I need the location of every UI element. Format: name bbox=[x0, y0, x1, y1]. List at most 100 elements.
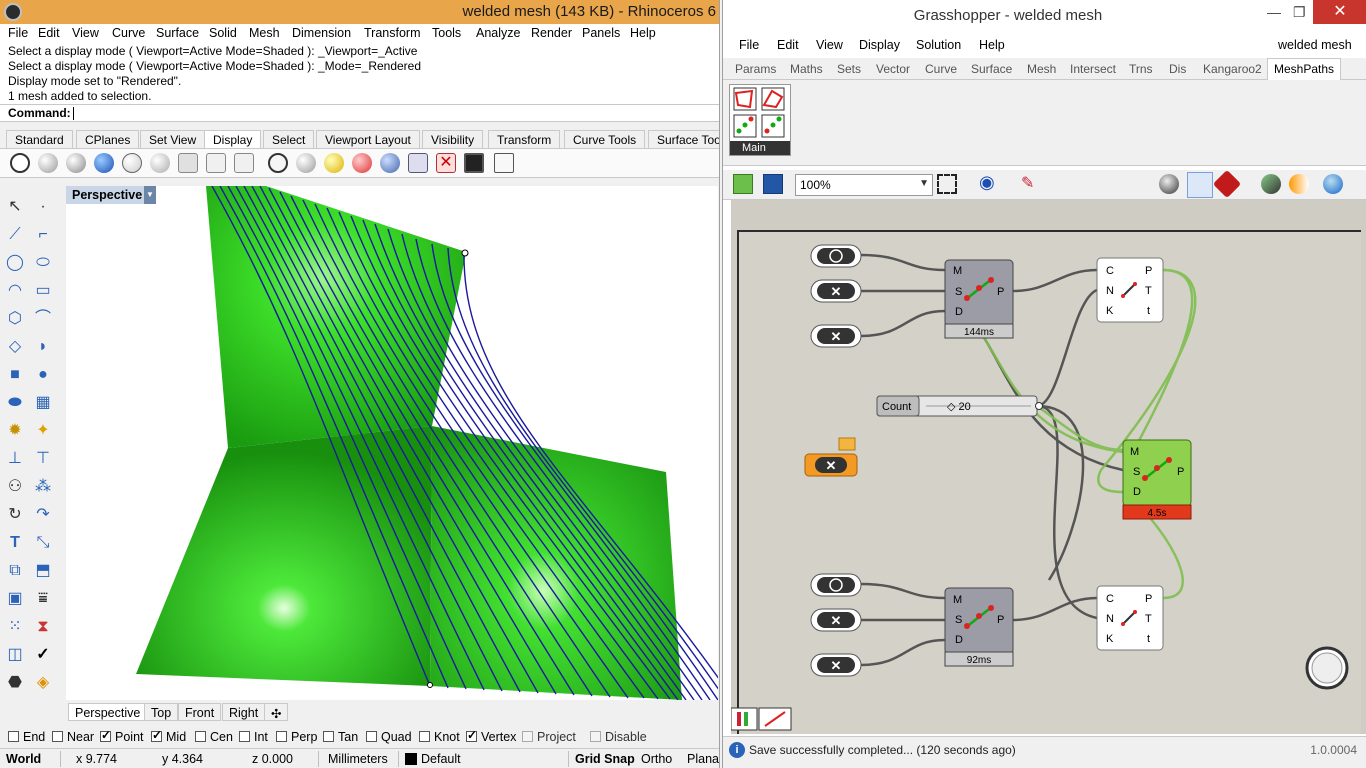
split-icon[interactable]: ⊤ bbox=[32, 448, 54, 470]
surface-param-top[interactable]: ✕ bbox=[810, 279, 862, 303]
lights-icon[interactable]: ✹ bbox=[4, 420, 26, 442]
checkbox[interactable] bbox=[276, 731, 287, 742]
zoom-select[interactable]: 100% ▼ bbox=[795, 174, 933, 196]
vertex-grip[interactable] bbox=[461, 249, 469, 257]
open-file-icon[interactable] bbox=[733, 174, 753, 194]
orient-icon[interactable]: ↷ bbox=[32, 504, 54, 526]
preview-selected-icon[interactable] bbox=[1212, 169, 1242, 199]
osnap-disable[interactable]: Disable bbox=[590, 730, 647, 744]
named-view-icon[interactable] bbox=[408, 153, 428, 173]
ribbon-group-label[interactable]: Main bbox=[730, 141, 790, 155]
checkbox[interactable] bbox=[323, 731, 334, 742]
paint-icon[interactable]: ◈ bbox=[32, 672, 54, 694]
layer-status[interactable]: Default bbox=[421, 752, 461, 766]
menu-render[interactable]: Render bbox=[531, 26, 572, 40]
menu-edit[interactable]: Edit bbox=[38, 26, 60, 40]
meshpaths-tools-icons[interactable] bbox=[730, 85, 790, 143]
gh-tab-dis[interactable]: Dis bbox=[1169, 62, 1186, 76]
rectangle-icon[interactable]: ▭ bbox=[32, 280, 54, 302]
gh-menu-edit[interactable]: Edit bbox=[777, 38, 799, 52]
point-icon[interactable]: · bbox=[32, 196, 54, 218]
close-icon[interactable]: ✕ bbox=[1313, 0, 1366, 24]
osnap-perp[interactable]: Perp bbox=[276, 730, 317, 744]
boolean-icon[interactable]: ● bbox=[32, 364, 54, 386]
tab-standard[interactable]: Standard bbox=[6, 130, 73, 148]
zoom-extents-icon[interactable] bbox=[937, 174, 957, 194]
tab-display[interactable]: Display bbox=[204, 130, 262, 148]
units-status[interactable]: Millimeters bbox=[328, 752, 388, 766]
slider-value[interactable]: ◇ 20 bbox=[947, 401, 971, 413]
light-icon[interactable] bbox=[324, 153, 344, 173]
group-icon[interactable]: ⚇ bbox=[4, 476, 26, 498]
tab-set-view[interactable]: Set View bbox=[140, 130, 206, 148]
checkbox[interactable] bbox=[52, 731, 63, 742]
wireframe-icon[interactable] bbox=[10, 153, 30, 173]
checkbox[interactable] bbox=[419, 731, 430, 742]
gh-tab-maths[interactable]: Maths bbox=[790, 62, 823, 76]
slider-output-grip[interactable] bbox=[1035, 402, 1043, 410]
direction-param-bottom[interactable]: ✕ bbox=[810, 653, 862, 677]
gh-tab-kangaroo2[interactable]: Kangaroo2 bbox=[1203, 62, 1262, 76]
rendered-icon[interactable] bbox=[66, 153, 86, 173]
hide-icon[interactable]: ✕ bbox=[436, 153, 456, 173]
minimize-icon[interactable]: — bbox=[1267, 4, 1281, 20]
osnap-project[interactable]: Project bbox=[522, 730, 576, 744]
checkbox[interactable] bbox=[522, 731, 533, 742]
select-arrow-icon[interactable]: ↖ bbox=[4, 196, 26, 218]
menu-surface[interactable]: Surface bbox=[156, 26, 199, 40]
viewport-tab-front[interactable]: Front bbox=[178, 703, 222, 721]
preview-wire-icon[interactable] bbox=[1187, 172, 1213, 198]
viewport-tab-right[interactable]: Right bbox=[222, 703, 266, 721]
tab-cplanes[interactable]: CPlanes bbox=[76, 130, 140, 148]
vertex-grip[interactable] bbox=[427, 682, 433, 688]
profiler-widget-icon[interactable] bbox=[731, 707, 758, 731]
checkbox[interactable] bbox=[239, 731, 250, 742]
warning-param[interactable]: ✕ bbox=[804, 437, 858, 477]
box-solid-icon[interactable]: ■ bbox=[4, 364, 26, 386]
ghosted-icon[interactable] bbox=[94, 153, 114, 173]
trim-icon[interactable]: ⊥ bbox=[4, 448, 26, 470]
gh-menu-help[interactable]: Help bbox=[979, 38, 1005, 52]
gh-canvas[interactable]: ✕ ✕ ✕ Count ◇ 20 M S D P 144ms C N K P T… bbox=[731, 200, 1366, 734]
preview-eye-icon[interactable]: ◉ bbox=[979, 172, 995, 193]
viewport-title[interactable]: Perspective ▼ bbox=[66, 186, 156, 204]
navigation-compass-icon[interactable] bbox=[1305, 646, 1349, 690]
unroll-icon[interactable]: ◫ bbox=[4, 644, 26, 666]
menu-solid[interactable]: Solid bbox=[209, 26, 237, 40]
gh-tab-trns[interactable]: Trns bbox=[1129, 62, 1153, 76]
mouse-pan-icon[interactable] bbox=[206, 153, 226, 173]
menu-transform[interactable]: Transform bbox=[364, 26, 421, 40]
checkbox[interactable] bbox=[100, 728, 111, 742]
section-icon[interactable] bbox=[352, 153, 372, 173]
gh-tab-intersect[interactable]: Intersect bbox=[1070, 62, 1116, 76]
circle-icon[interactable]: ◯ bbox=[4, 252, 26, 274]
menu-help[interactable]: Help bbox=[630, 26, 656, 40]
viewport-tab-perspective[interactable]: Perspective bbox=[68, 703, 148, 721]
checkbox[interactable] bbox=[8, 731, 19, 742]
osnap-cen[interactable]: Cen bbox=[195, 730, 233, 744]
mouse-rotate-icon[interactable] bbox=[178, 153, 198, 173]
direction-param-top[interactable]: ✕ bbox=[810, 324, 862, 348]
rhino-title-bar[interactable]: welded mesh (143 KB) - Rhinoceros 6 bbox=[0, 0, 719, 24]
render-box-icon[interactable]: ▣ bbox=[4, 588, 26, 610]
shaded-icon[interactable] bbox=[38, 153, 58, 173]
osnap-int[interactable]: Int bbox=[239, 730, 268, 744]
display-mode-icon[interactable] bbox=[1323, 174, 1343, 194]
ground-plane-icon[interactable]: ⩸ bbox=[32, 588, 54, 610]
sketch-icon[interactable]: ✎ bbox=[1021, 173, 1034, 193]
camera-icon[interactable] bbox=[380, 153, 400, 173]
menu-panels[interactable]: Panels bbox=[582, 26, 620, 40]
markov-widget-icon[interactable] bbox=[758, 707, 792, 731]
technical-icon[interactable] bbox=[150, 153, 170, 173]
tab-viewport-layout[interactable]: Viewport Layout bbox=[316, 130, 420, 148]
chevron-down-icon[interactable]: ▼ bbox=[919, 178, 929, 189]
planar-toggle[interactable]: Planar bbox=[687, 752, 719, 766]
xray-icon[interactable] bbox=[122, 153, 142, 173]
gh-tab-params[interactable]: Params bbox=[735, 62, 776, 76]
polygon-icon[interactable]: ⬡ bbox=[4, 308, 26, 330]
cplane-status[interactable]: World bbox=[6, 752, 41, 766]
explode-icon[interactable]: ✦ bbox=[32, 420, 54, 442]
gh-tab-sets[interactable]: Sets bbox=[837, 62, 861, 76]
preview-shaded-icon[interactable] bbox=[1159, 174, 1179, 194]
material-preview-icon[interactable] bbox=[1289, 174, 1309, 194]
